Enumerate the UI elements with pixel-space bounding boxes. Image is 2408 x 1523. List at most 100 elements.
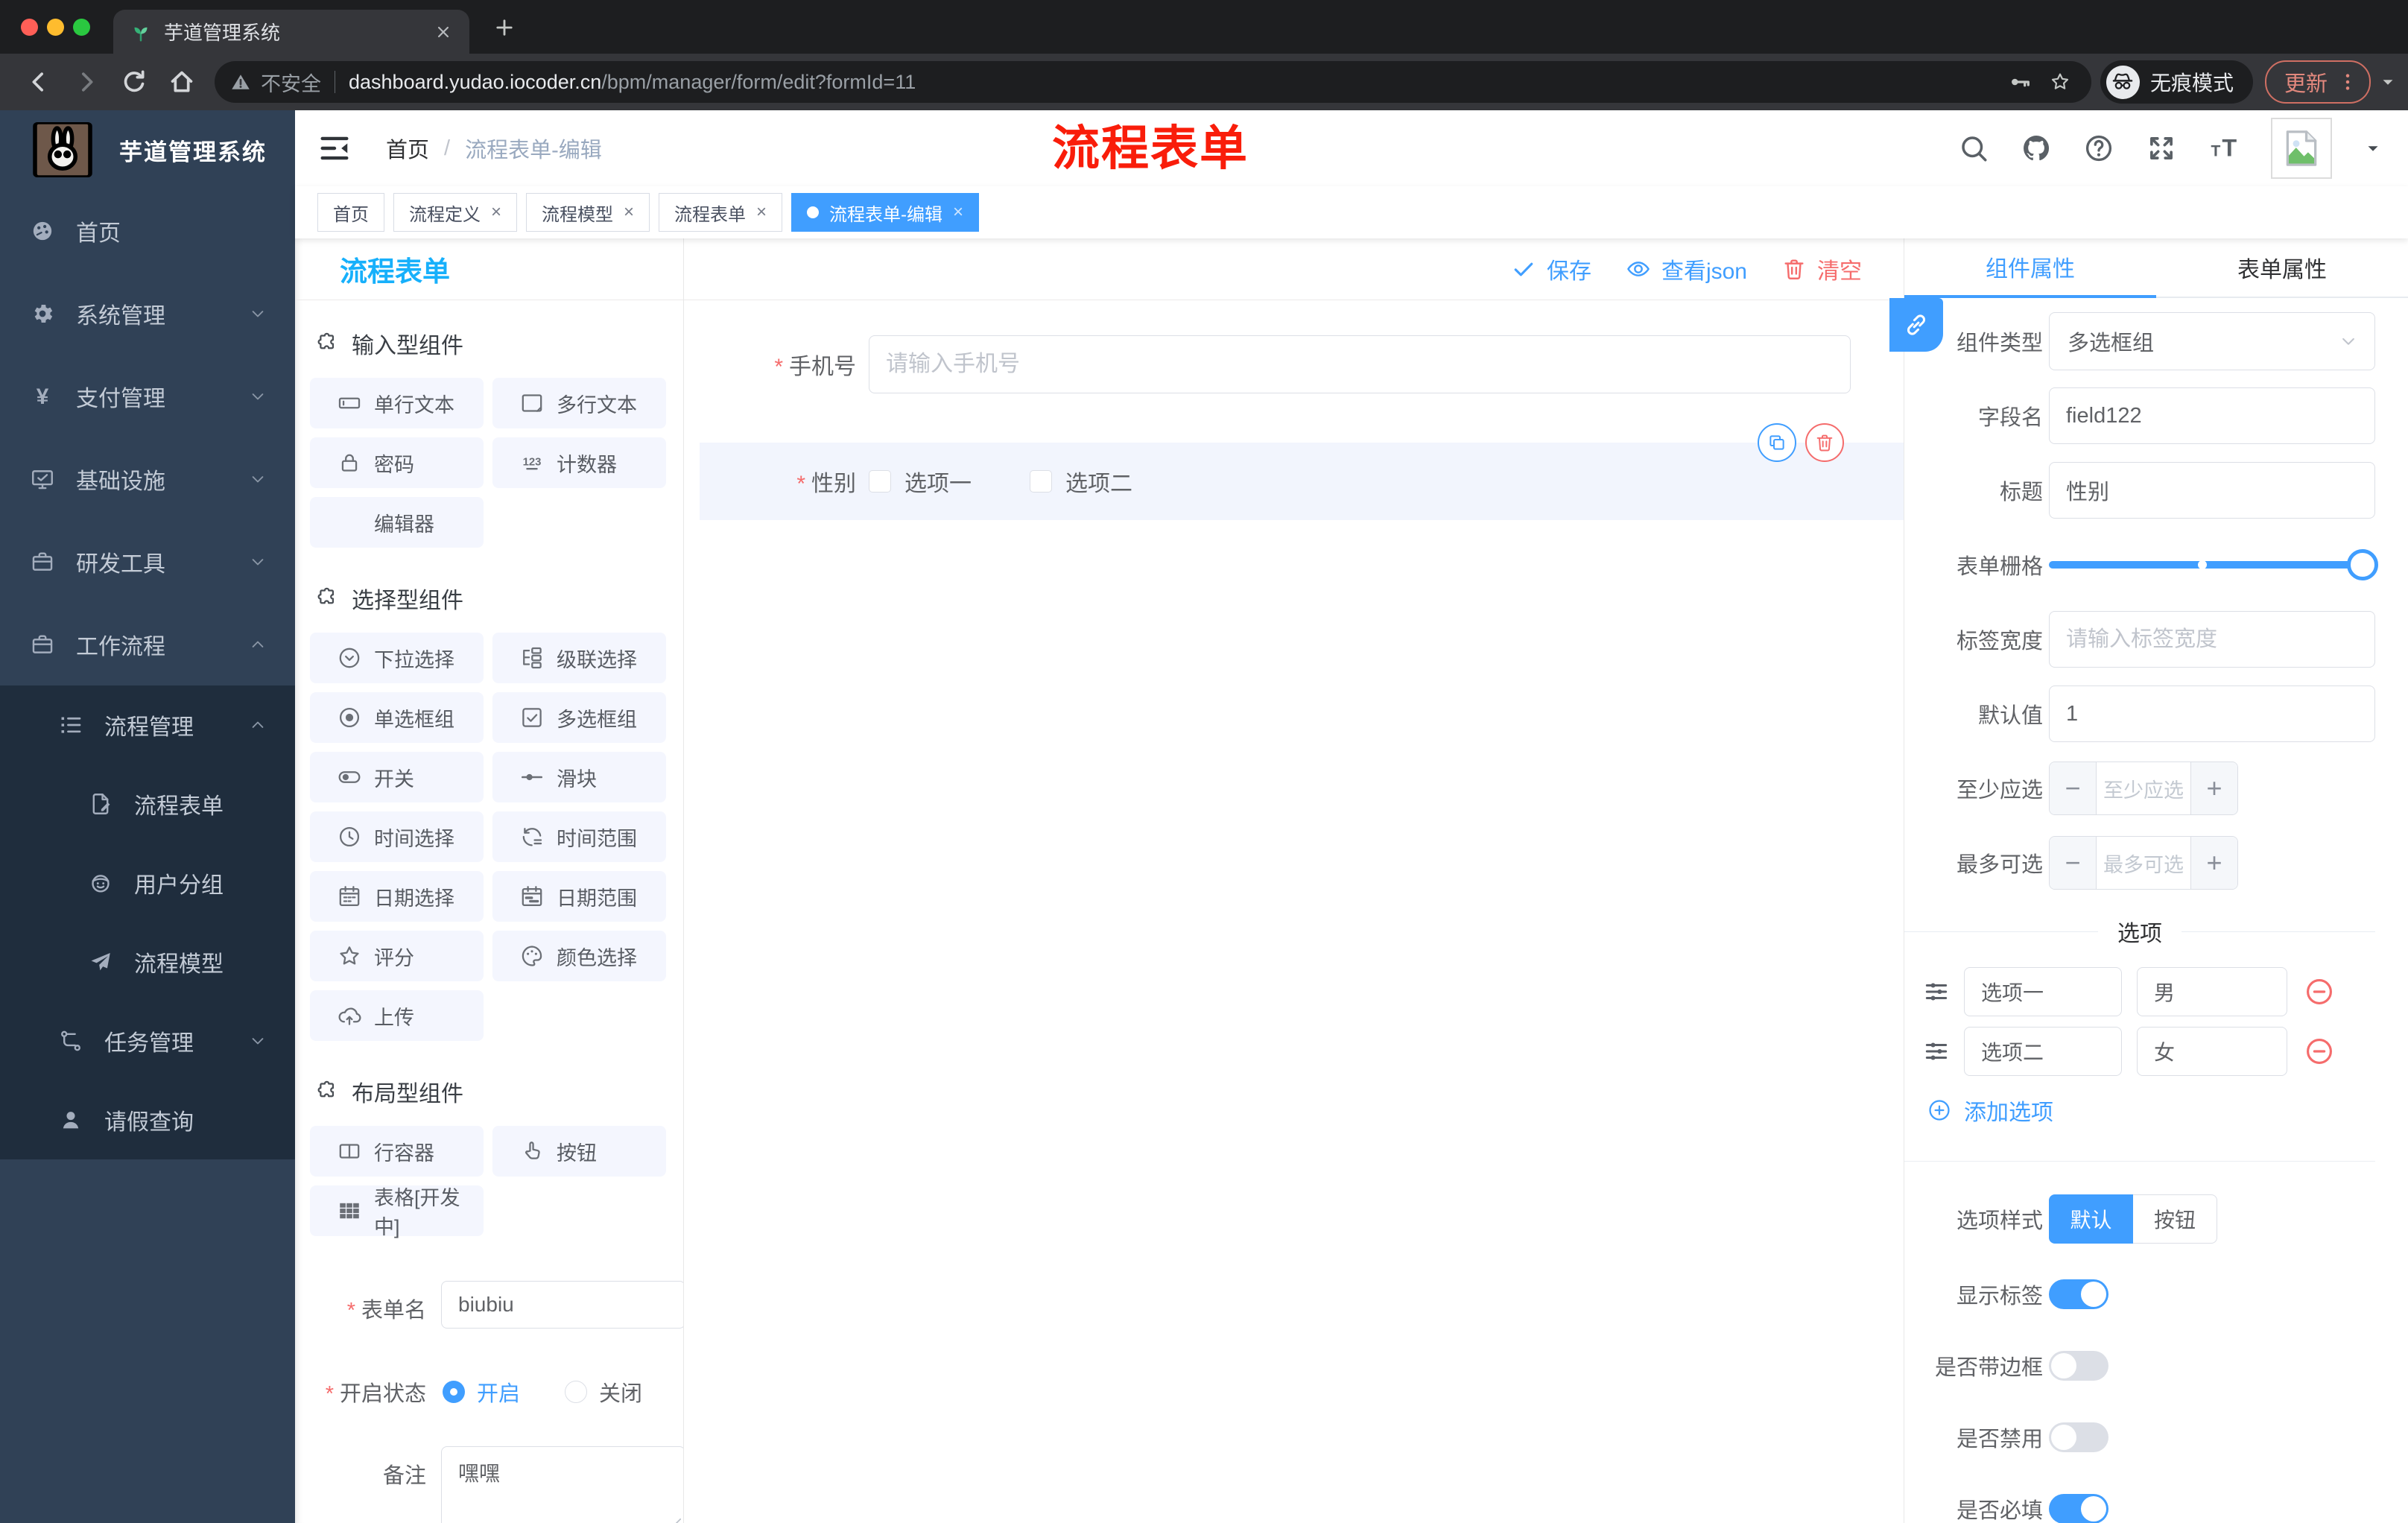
minus-button[interactable]: −: [2050, 762, 2097, 814]
palette-item-单行文本[interactable]: 单行文本: [310, 378, 484, 428]
tab-component-props[interactable]: 组件属性: [1904, 238, 2156, 298]
palette-item-下拉选择[interactable]: 下拉选择: [310, 633, 484, 683]
remove-option-icon[interactable]: [2304, 1036, 2335, 1067]
plus-button[interactable]: +: [2190, 762, 2237, 814]
page-tab-流程表单[interactable]: 流程表单 ×: [659, 193, 783, 232]
palette-item-单选框组[interactable]: 单选框组: [310, 692, 484, 743]
copy-component-button[interactable]: [1758, 423, 1796, 462]
page-tab-流程表单-编辑[interactable]: 流程表单-编辑 ×: [791, 193, 980, 232]
palette-item-多选框组[interactable]: 多选框组: [492, 692, 666, 743]
window-minimize-button[interactable]: [47, 19, 64, 36]
window-close-button[interactable]: [21, 19, 38, 36]
password-key-icon[interactable]: [2008, 70, 2032, 94]
sidebar-item-用户分组[interactable]: 用户分组: [0, 843, 295, 922]
toggle-是否必填[interactable]: [2049, 1494, 2108, 1523]
tab-close-icon[interactable]: [434, 22, 453, 42]
palette-item-按钮[interactable]: 按钮: [492, 1126, 666, 1177]
window-maximize-button[interactable]: [73, 19, 90, 36]
palette-item-开关[interactable]: 开关: [310, 752, 484, 802]
palette-item-日期选择[interactable]: 日期选择: [310, 871, 484, 922]
radio-off[interactable]: 关闭: [565, 1376, 642, 1408]
phone-field-row[interactable]: 手机号: [684, 335, 1904, 393]
option-label-input[interactable]: [1964, 967, 2122, 1016]
update-button[interactable]: 更新: [2264, 60, 2371, 104]
sidebar-logo[interactable]: 芋道管理系统: [0, 110, 295, 189]
palette-item-级联选择[interactable]: 级联选择: [492, 633, 666, 683]
palette-item-密码[interactable]: 密码: [310, 437, 484, 488]
palette-item-时间选择[interactable]: 时间选择: [310, 811, 484, 862]
tab-close-icon[interactable]: ×: [756, 203, 767, 221]
clear-button[interactable]: 清空: [1781, 253, 1862, 285]
style-default-button[interactable]: 默认: [2049, 1194, 2133, 1244]
save-button[interactable]: 保存: [1511, 253, 1591, 285]
sidebar-item-支付管理[interactable]: ¥ 支付管理: [0, 355, 295, 437]
avatar-caret-icon[interactable]: [2363, 139, 2383, 158]
max-stepper-value[interactable]: 最多可选: [2097, 837, 2190, 889]
option-value-input[interactable]: [2137, 967, 2287, 1016]
palette-item-日期范围[interactable]: 日期范围: [492, 871, 666, 922]
sidebar-item-基础设施[interactable]: 基础设施: [0, 437, 295, 520]
back-icon[interactable]: [24, 67, 54, 97]
sidebar-item-流程管理[interactable]: 流程管理: [0, 685, 295, 764]
form-remark-textarea[interactable]: 嘿嘿: [441, 1446, 683, 1523]
min-stepper-value[interactable]: 至少应选: [2097, 762, 2190, 814]
gender-option-2[interactable]: 选项二: [1030, 465, 1132, 498]
view-json-button[interactable]: 查看json: [1626, 253, 1747, 285]
phone-input[interactable]: [869, 335, 1851, 393]
forward-icon[interactable]: [72, 67, 101, 97]
toggle-是否带边框[interactable]: [2049, 1351, 2108, 1381]
delete-component-button[interactable]: [1805, 423, 1844, 462]
palette-item-行容器[interactable]: 行容器: [310, 1126, 484, 1177]
avatar[interactable]: [2271, 118, 2332, 179]
field-name-input[interactable]: [2049, 387, 2375, 444]
palette-item-多行文本[interactable]: 多行文本: [492, 378, 666, 428]
toggle-显示标签[interactable]: [2049, 1279, 2108, 1309]
slider-handle[interactable]: [2347, 549, 2378, 580]
breadcrumb-home[interactable]: 首页: [386, 133, 429, 164]
sidebar-item-请假查询[interactable]: 请假查询: [0, 1080, 295, 1159]
sidebar-item-工作流程[interactable]: 工作流程: [0, 603, 295, 685]
browser-menu-dots-icon[interactable]: [2336, 71, 2359, 93]
tab-close-icon[interactable]: ×: [491, 203, 501, 221]
tab-close-icon[interactable]: ×: [953, 203, 963, 221]
palette-item-编辑器[interactable]: 编辑器: [310, 497, 484, 548]
plus-button[interactable]: +: [2190, 837, 2237, 889]
bookmark-star-icon[interactable]: [2048, 70, 2072, 94]
checkbox-2[interactable]: [1030, 470, 1052, 493]
palette-item-滑块[interactable]: 滑块: [492, 752, 666, 802]
page-tab-流程定义[interactable]: 流程定义 ×: [393, 193, 518, 232]
slider-track[interactable]: [2049, 549, 2378, 580]
component-type-select[interactable]: 多选框组: [2049, 312, 2375, 370]
toggle-是否禁用[interactable]: [2049, 1422, 2108, 1452]
drag-handle-icon[interactable]: [1922, 978, 1951, 1006]
drag-handle-icon[interactable]: [1922, 1037, 1951, 1066]
reload-icon[interactable]: [119, 67, 149, 97]
sidebar-item-流程表单[interactable]: 流程表单: [0, 764, 295, 843]
option-label-input[interactable]: [1964, 1027, 2122, 1076]
remove-option-icon[interactable]: [2304, 976, 2335, 1007]
radio-on[interactable]: 开启: [443, 1376, 520, 1408]
browser-tab[interactable]: 芋道管理系统: [113, 10, 469, 54]
help-icon[interactable]: [2083, 133, 2114, 164]
style-button-button[interactable]: 按钮: [2133, 1194, 2217, 1244]
palette-item-评分[interactable]: 评分: [310, 931, 484, 981]
palette-item-时间范围[interactable]: 时间范围: [492, 811, 666, 862]
search-icon[interactable]: [1958, 133, 1989, 164]
page-tab-流程模型[interactable]: 流程模型 ×: [526, 193, 650, 232]
sidebar-item-首页[interactable]: 首页: [0, 189, 295, 272]
sidebar-item-任务管理[interactable]: 任务管理: [0, 1001, 295, 1080]
palette-item-计数器[interactable]: 123 计数器: [492, 437, 666, 488]
minus-button[interactable]: −: [2050, 837, 2097, 889]
font-size-icon[interactable]: TT: [2208, 133, 2240, 164]
gender-option-1[interactable]: 选项一: [869, 465, 972, 498]
add-option-button[interactable]: 添加选项: [1927, 1094, 2375, 1127]
address-bar[interactable]: 不安全 dashboard.yudao.iocoder.cn /bpm/mana…: [215, 61, 2091, 103]
grid-slider[interactable]: [2049, 535, 2378, 595]
sidebar-item-流程模型[interactable]: 流程模型: [0, 922, 295, 1001]
link-tag[interactable]: [1889, 298, 1943, 352]
palette-item-上传[interactable]: 上传: [310, 990, 484, 1041]
fullscreen-icon[interactable]: [2146, 133, 2177, 164]
title-input[interactable]: [2049, 462, 2375, 519]
home-icon[interactable]: [167, 67, 197, 97]
default-value-input[interactable]: [2049, 685, 2375, 742]
